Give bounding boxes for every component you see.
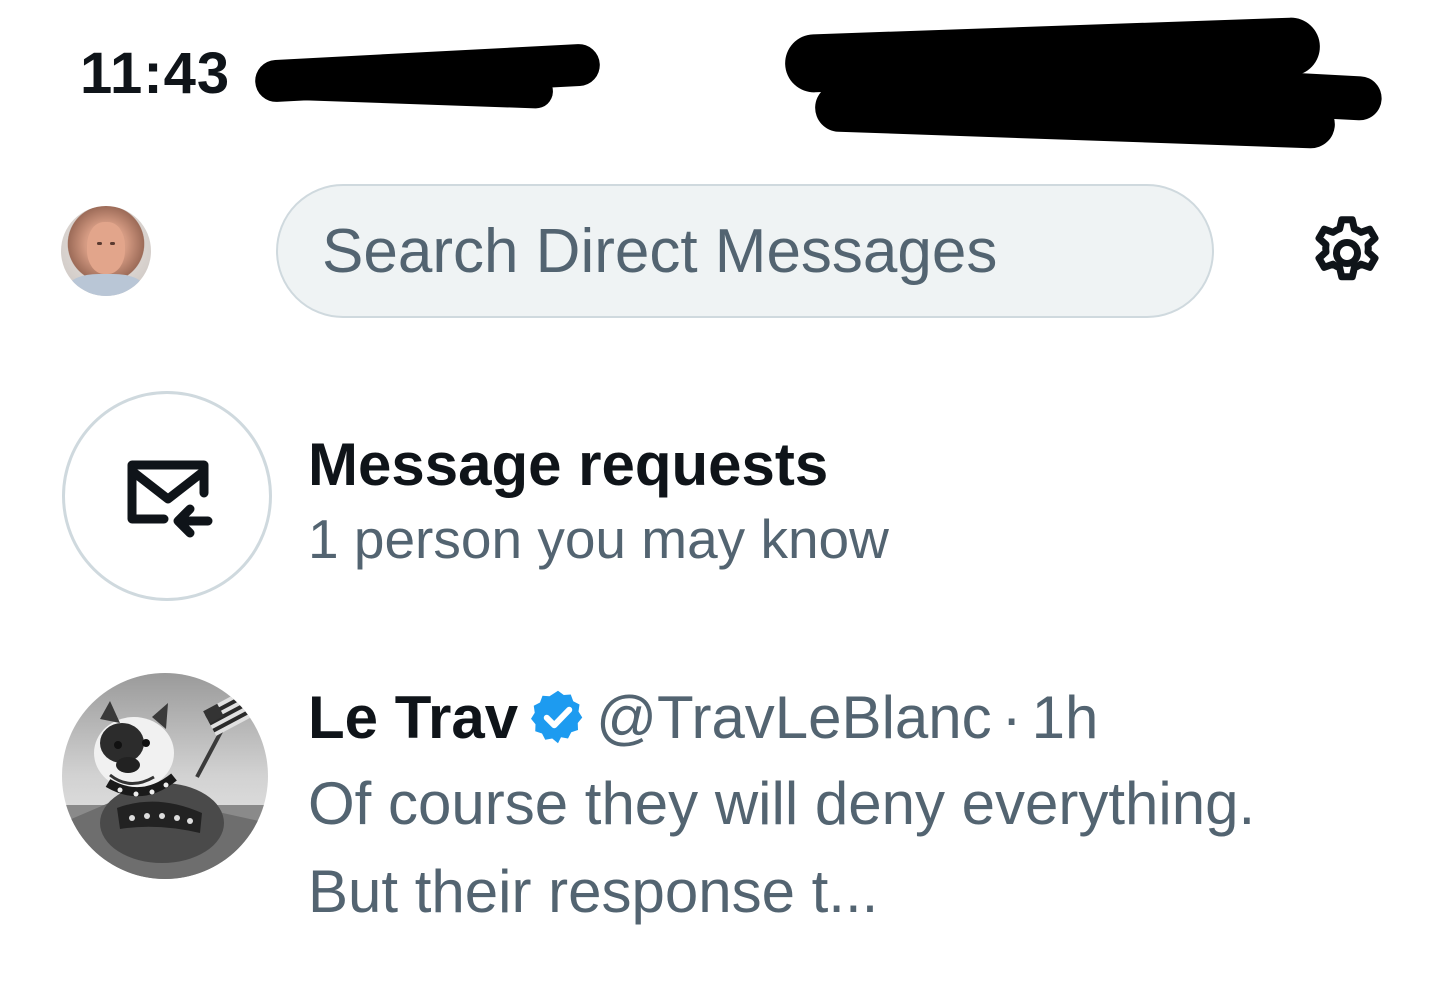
conversation-time: 1h — [1031, 683, 1099, 751]
avatar-eye — [97, 242, 102, 245]
avatar-face — [87, 222, 125, 274]
avatar-eye — [110, 242, 115, 245]
dm-screen: 11:43 Search Direct Messages Message req… — [0, 0, 1440, 993]
search-input[interactable]: Search Direct Messages — [276, 184, 1214, 318]
conversation-handle: @TravLeBlanc — [596, 683, 992, 751]
conversation-preview: Of course they will deny everything. But… — [308, 770, 1256, 925]
profile-avatar[interactable] — [61, 206, 151, 296]
conversation-name: Le Trav — [308, 683, 519, 751]
avatar-shirt — [69, 274, 143, 296]
message-requests-title: Message requests — [308, 431, 829, 498]
conversation-header: Le Trav @TravLeBlanc · 1h — [308, 682, 1098, 752]
message-requests-subtitle: 1 person you may know — [308, 508, 889, 570]
verified-badge-icon — [531, 690, 583, 744]
search-placeholder: Search Direct Messages — [322, 216, 998, 286]
gear-icon[interactable] — [1305, 211, 1389, 295]
envelope-incoming-icon — [127, 460, 213, 538]
status-bar-time: 11:43 — [80, 41, 231, 106]
separator-dot: · — [1001, 683, 1022, 751]
conversation-avatar — [62, 673, 268, 879]
